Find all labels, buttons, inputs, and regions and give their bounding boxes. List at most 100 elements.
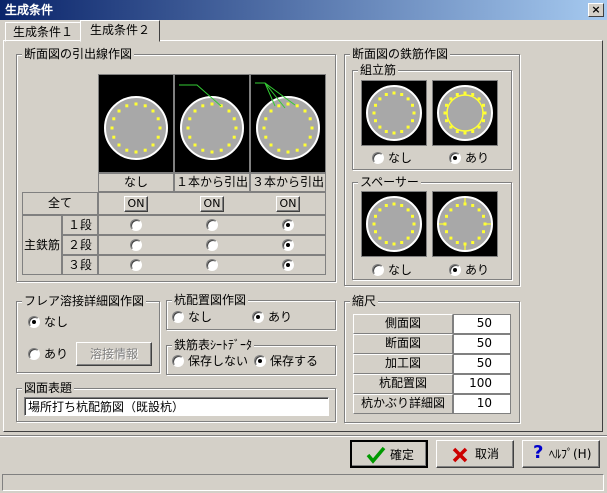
all-one-on-button[interactable]: ON <box>200 196 224 212</box>
rebar-dot <box>308 117 312 121</box>
rebar-dot <box>193 109 197 113</box>
rebar-dot <box>477 125 481 129</box>
assembly-legend: 組立筋 <box>358 63 399 77</box>
assembly-none-label: なし <box>388 151 413 165</box>
rebar-dot <box>295 104 299 108</box>
rebar-dot <box>411 214 414 218</box>
drawing-title-input[interactable] <box>24 397 329 416</box>
flare-with-radio[interactable] <box>28 348 40 360</box>
leader-none-thumb[interactable] <box>98 74 174 173</box>
rebar-dot <box>412 222 416 226</box>
row-3-three-radio[interactable] <box>282 259 294 271</box>
scale-processing-value[interactable]: 50 <box>453 354 511 374</box>
drawing-title-legend: 図面表題 <box>22 381 75 395</box>
rebar-dot <box>392 202 396 206</box>
weld-info-button[interactable]: 溶接情報 <box>76 342 152 366</box>
row-1-one-radio[interactable] <box>206 219 218 231</box>
rebar-dot <box>151 109 155 113</box>
rebar-dot <box>134 102 138 106</box>
confirm-label: 確定 <box>390 448 415 462</box>
spacer-with-radio[interactable] <box>449 264 461 276</box>
rebar-dot <box>219 148 223 152</box>
rebar-dot <box>392 242 396 246</box>
rebar-dot <box>449 97 453 101</box>
rebar-dot <box>378 208 382 212</box>
assembly-none-thumb[interactable] <box>361 80 427 146</box>
tab-conditions-1[interactable]: 生成条件１ <box>5 22 81 42</box>
rebar-dot <box>445 103 448 107</box>
rebar-dot <box>112 135 116 139</box>
scale-section-value[interactable]: 50 <box>453 334 511 354</box>
rebar-dot <box>308 135 312 139</box>
spacer-none-radio[interactable] <box>372 264 384 276</box>
flare-none-radio[interactable] <box>28 316 40 328</box>
rebar-dot <box>406 236 410 240</box>
question-icon: ? <box>533 442 544 463</box>
rebar-dot <box>443 111 447 115</box>
assembly-with-radio[interactable] <box>449 152 461 164</box>
rebar-dot <box>201 104 205 108</box>
rebar-dot <box>411 119 414 123</box>
rebar-dot <box>400 241 404 244</box>
row-3-none-radio[interactable] <box>130 259 142 271</box>
tab-conditions-2[interactable]: 生成条件２ <box>80 20 160 42</box>
pile-layout-with-radio[interactable] <box>252 311 264 323</box>
pile-layout-none-radio[interactable] <box>172 311 184 323</box>
leader-three-thumb[interactable] <box>250 74 326 173</box>
rebar-sheet-no-save-radio[interactable] <box>172 355 184 367</box>
rebar-dot <box>477 236 481 240</box>
assembly-with-thumb[interactable] <box>432 80 498 146</box>
scale-cover-detail-value[interactable]: 10 <box>453 394 511 414</box>
rebar-dot <box>117 143 121 147</box>
status-bar <box>2 474 604 491</box>
confirm-button[interactable]: 確定 <box>350 440 428 468</box>
rebar-dot <box>400 93 404 96</box>
all-label: 全て <box>22 192 98 215</box>
rebar-dot <box>471 241 475 244</box>
rebar-dot <box>406 97 410 101</box>
rebar-dot <box>227 109 231 113</box>
row-1-none-radio[interactable] <box>130 219 142 231</box>
rebar-dot <box>262 126 266 130</box>
scale-side-value[interactable]: 50 <box>453 314 511 334</box>
rebar-sheet-save-radio[interactable] <box>254 355 266 367</box>
rebar-dot <box>151 143 155 147</box>
help-button[interactable]: ? ﾍﾙﾌﾟ(H) <box>522 440 600 468</box>
leader-one-thumb[interactable] <box>174 74 250 173</box>
rebar-dot <box>374 103 377 107</box>
scale-pile-layout-value[interactable]: 100 <box>453 374 511 394</box>
rebar-dot <box>445 119 448 123</box>
rebar-dot <box>384 93 388 96</box>
row-2-three-radio[interactable] <box>282 239 294 251</box>
row-2-one-radio[interactable] <box>206 239 218 251</box>
rebar-dot <box>156 117 160 121</box>
rebar-dot <box>471 204 475 207</box>
rebar-dot <box>374 214 377 218</box>
rebar-dot <box>482 103 485 107</box>
row-3-one-radio[interactable] <box>206 259 218 271</box>
rebar-dot <box>445 214 448 218</box>
rebar-dot <box>286 150 290 154</box>
rebar-dot <box>134 150 138 154</box>
spacer-with-thumb[interactable] <box>432 191 498 257</box>
assembly-none-radio[interactable] <box>372 152 384 164</box>
row-1-three-radio[interactable] <box>282 219 294 231</box>
rebar-dot <box>286 102 290 106</box>
rebar-dot <box>193 143 197 147</box>
close-button[interactable]: × <box>588 3 604 17</box>
all-three-on-button[interactable]: ON <box>276 196 300 212</box>
rebar-dot <box>449 125 453 129</box>
rebar-dot <box>483 111 487 115</box>
all-none-on-button[interactable]: ON <box>124 196 148 212</box>
cancel-button[interactable]: 取消 <box>436 440 514 468</box>
rebar-dot <box>143 104 147 108</box>
flare-none-label: なし <box>44 315 69 329</box>
rebar-dot <box>483 222 487 226</box>
row-2-none-radio[interactable] <box>130 239 142 251</box>
rebar-dot <box>158 126 162 130</box>
rebar-dot <box>117 109 121 113</box>
rebar-dot <box>449 236 453 240</box>
col-none-caption: なし <box>98 173 174 192</box>
spacer-none-thumb[interactable] <box>361 191 427 257</box>
rebar-dot <box>188 117 192 121</box>
